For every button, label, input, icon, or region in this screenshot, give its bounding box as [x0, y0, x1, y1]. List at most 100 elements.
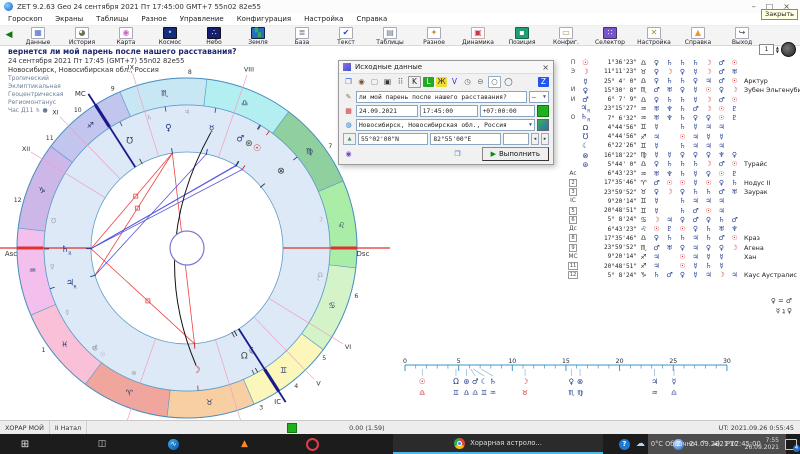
svg-text:5: 5	[322, 355, 326, 362]
toolbar-История[interactable]: ◕История	[60, 27, 104, 46]
toolbar-Динамика[interactable]: ▣Динамика	[456, 27, 500, 46]
tray-expand-caret[interactable]: ^	[701, 440, 707, 448]
back-arrow-icon[interactable]: ◀	[2, 27, 16, 43]
edge-taskbar-icon[interactable]: ∿	[168, 434, 179, 454]
menu-Конфигурация[interactable]: Конфигурация	[237, 15, 291, 23]
dialog-tool-13[interactable]: Z	[538, 77, 549, 87]
atlas-button[interactable]	[537, 119, 549, 131]
svg-text:5: 5	[457, 358, 461, 365]
table-row: Э☽11°11'23"♉♀☽♀☿☽♂♅	[566, 67, 800, 76]
menu-Таблицы[interactable]: Таблицы	[96, 15, 128, 23]
dst-indicator[interactable]	[537, 105, 549, 117]
minimize-button[interactable]: –	[752, 2, 756, 11]
question-input[interactable]: ли мой парень после нашего расставания?	[356, 91, 527, 103]
toolbar-Космос[interactable]: •Космос	[148, 27, 192, 46]
dialog-tool-7[interactable]: Ж	[436, 77, 447, 87]
toolbar-Текст[interactable]: ✔Текст	[324, 27, 368, 46]
execute-button[interactable]: ▶ Выполнить	[482, 147, 549, 161]
Справка-icon: ▲	[691, 27, 705, 39]
not ification-icon[interactable]: 4	[785, 439, 797, 450]
dialog-tool-4[interactable]: ⠿	[395, 77, 406, 87]
date-input[interactable]: 24.09.2021	[356, 105, 418, 117]
language-indicator[interactable]: РУС	[726, 440, 739, 448]
toolbar-Земля[interactable]: ▚Земля	[236, 27, 280, 46]
toolbar-Небо[interactable]: ∴Небо	[192, 27, 236, 46]
toolbar-База[interactable]: ≣База	[280, 27, 324, 46]
Конфиг.-icon: ▭	[559, 27, 573, 39]
dialog-tool-2[interactable]: ▢	[369, 77, 380, 87]
coords-icon[interactable]: ▲	[343, 133, 356, 145]
table-row: 1120°48'51"♐♃☉☿♄☿	[566, 262, 800, 271]
vlc-taskbar-icon[interactable]: ▲	[241, 434, 248, 454]
toolbar-Позиция[interactable]: ▪Позиция	[500, 27, 544, 46]
toolbar-Данные[interactable]: ▦Данные	[16, 27, 60, 46]
Земля-icon: ▚	[251, 27, 265, 39]
chart-tab-horar[interactable]: ХОРАР МОЙ	[0, 421, 50, 434]
dialog-tool-11[interactable]: ○	[488, 76, 501, 88]
toolbar-Карта[interactable]: ◉Карта	[104, 27, 148, 46]
prev-button[interactable]: ◂	[531, 133, 539, 145]
weather-text[interactable]: 0°C Облачно	[651, 440, 695, 448]
menu-Управление[interactable]: Управление	[180, 15, 224, 23]
globe-icon[interactable]: ◍	[343, 120, 354, 130]
svg-text:♋: ♋	[328, 301, 335, 310]
chart-location: Новосибирск, Новосибирская обл., Россия	[8, 66, 237, 74]
menu-Настройка[interactable]: Настройка	[304, 15, 343, 23]
toolbar-Конфиг.[interactable]: ▭Конфиг.	[544, 27, 588, 46]
toolbar-Таблицы[interactable]: ▤Таблицы	[368, 27, 412, 46]
dialog-tool-0[interactable]: ❐	[343, 77, 354, 87]
dialog-tool-9[interactable]: ◷	[462, 77, 473, 87]
volume-icon[interactable]: ◄)	[712, 440, 720, 448]
toolbar-Справка[interactable]: ▲Справка	[676, 27, 720, 46]
start-button[interactable]: ⊞	[14, 434, 36, 454]
place-combo[interactable]: Новосибирск, Новосибирская обл., Россия▼	[356, 119, 535, 131]
svg-text:R: R	[68, 251, 71, 257]
chart-info: вернется ли мой парень после нашего расс…	[8, 47, 237, 114]
time-input[interactable]: 17:45:00	[420, 105, 478, 117]
toolbar-Селектор[interactable]: ∷Селектор	[588, 27, 632, 46]
svg-text:☾: ☾	[249, 347, 257, 357]
clock[interactable]: 7:55 26.09.2021	[745, 437, 779, 451]
menu-Справка[interactable]: Справка	[356, 15, 387, 23]
toolbar-Выход[interactable]: ↪Выход	[720, 27, 764, 46]
latitude-input[interactable]: 55°02'00"N	[358, 133, 428, 145]
knob-icon[interactable]	[781, 42, 796, 57]
spinner-arrows[interactable]: ▲▼	[776, 46, 779, 54]
next-button[interactable]: ▸	[541, 133, 549, 145]
altitude-input[interactable]	[503, 133, 529, 145]
question-type-combo[interactable]: –▼	[529, 91, 549, 103]
chart-number-spinner[interactable]: 1 ▲▼	[759, 42, 796, 57]
dialog-tool-12[interactable]: ◯	[503, 77, 514, 87]
menu-Гороскоп[interactable]: Гороскоп	[8, 15, 42, 23]
calendar-icon[interactable]: ▦	[343, 106, 354, 116]
dialog-tool-10[interactable]: ⊖	[475, 77, 486, 87]
menu-Разное[interactable]: Разное	[141, 15, 166, 23]
edit-question-icon[interactable]: ✎	[343, 92, 354, 102]
chart-tab-natal[interactable]: II Натал	[50, 421, 87, 434]
weather-cloud-icon[interactable]: ☁	[636, 439, 645, 449]
toolbar-Разное[interactable]: ✦Разное	[412, 27, 456, 46]
copy-icon[interactable]: ❐	[452, 149, 463, 159]
dialog-tool-3[interactable]: ▣	[382, 77, 393, 87]
chrome-task[interactable]: Хорарная астроло...	[393, 434, 603, 454]
declination-aspect: ♀ = ♂	[700, 296, 792, 306]
menu-bar: Гороскоп Экраны Таблицы Разное Управление Кон…	[0, 13, 800, 26]
dialog-tool-5[interactable]: K	[408, 76, 421, 88]
svg-text:♐: ♐	[87, 121, 94, 130]
dialog-close-button[interactable]: ×	[542, 63, 549, 72]
svg-text:♂: ♂	[236, 134, 244, 144]
table-row: IC9°20'14"♊☿♄♃♃♃	[566, 197, 800, 206]
spinner-value[interactable]: 1	[759, 44, 774, 55]
toolbar-Настройка[interactable]: ✕Настройка	[632, 27, 676, 46]
timezone-input[interactable]: +07:00:00	[480, 105, 536, 117]
task-view-button[interactable]: ◫	[92, 434, 112, 454]
longitude-input[interactable]: 82°55'00"E	[430, 133, 500, 145]
options-icon[interactable]: ◉	[343, 149, 354, 159]
dialog-tool-8[interactable]: V	[449, 77, 460, 87]
dialog-tool-6[interactable]: L	[423, 77, 434, 87]
dialog-tool-1[interactable]: ◉	[356, 77, 367, 87]
svg-text:♎: ♎	[419, 389, 425, 397]
menu-Экраны[interactable]: Экраны	[55, 15, 83, 23]
opera-taskbar-icon[interactable]	[306, 434, 319, 454]
help-tray-icon[interactable]: ?	[619, 439, 630, 450]
